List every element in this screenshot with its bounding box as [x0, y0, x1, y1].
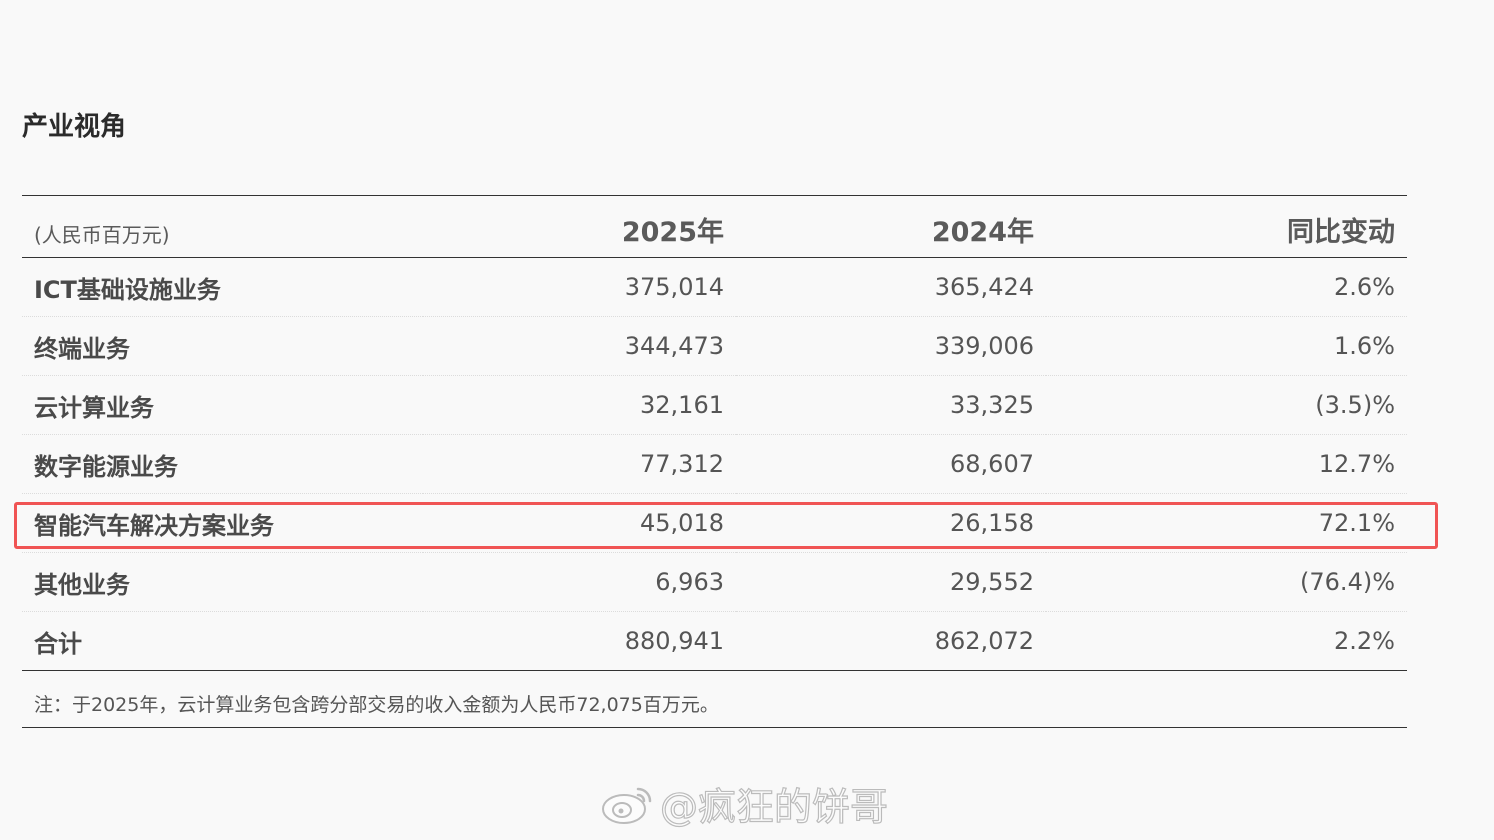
cell-yoy: 12.7% — [1046, 434, 1407, 494]
cell-2025: 6,963 — [423, 552, 736, 612]
table-row: ICT基础设施业务 375,014 365,424 2.6% — [22, 257, 1407, 317]
cell-2024: 862,072 — [736, 611, 1046, 671]
table-row: 数字能源业务 77,312 68,607 12.7% — [22, 434, 1407, 494]
row-label: ICT基础设施业务 — [22, 257, 423, 317]
watermark: @疯狂的饼哥 — [600, 778, 889, 829]
row-label: 云计算业务 — [22, 375, 423, 435]
cell-yoy: 72.1% — [1046, 493, 1407, 553]
cell-2025: 77,312 — [423, 434, 736, 494]
table-row: 终端业务 344,473 339,006 1.6% — [22, 316, 1407, 376]
row-label: 智能汽车解决方案业务 — [22, 493, 423, 553]
cell-2025: 45,018 — [423, 493, 736, 553]
table-row: 云计算业务 32,161 33,325 (3.5)% — [22, 375, 1407, 435]
row-label: 合计 — [22, 611, 423, 671]
revenue-table-container: (人民币百万元) 2025年 2024年 同比变动 ICT基础设施业务 375,… — [22, 195, 1407, 671]
cell-2024: 68,607 — [736, 434, 1046, 494]
revenue-table: (人民币百万元) 2025年 2024年 同比变动 ICT基础设施业务 375,… — [22, 195, 1407, 671]
cell-2024: 33,325 — [736, 375, 1046, 435]
cell-2024: 29,552 — [736, 552, 1046, 612]
column-header-2024: 2024年 — [931, 217, 1034, 248]
cell-2025: 375,014 — [423, 257, 736, 317]
column-header-yoy: 同比变动 — [1287, 217, 1395, 248]
cell-2025: 880,941 — [423, 611, 736, 671]
column-header-unit: (人民币百万元) — [34, 223, 170, 247]
weibo-logo-icon — [602, 787, 652, 824]
cell-yoy: (76.4)% — [1046, 552, 1407, 612]
cell-2024: 339,006 — [736, 316, 1046, 376]
column-header-2025: 2025年 — [621, 217, 724, 248]
table-header-row: (人民币百万元) 2025年 2024年 同比变动 — [22, 195, 1407, 258]
table-row-total: 合计 880,941 862,072 2.2% — [22, 611, 1407, 671]
cell-yoy: 2.6% — [1046, 257, 1407, 317]
table-row-highlighted: 智能汽车解决方案业务 45,018 26,158 72.1% — [22, 493, 1407, 553]
watermark-text: @疯狂的饼哥 — [659, 784, 889, 829]
table-row: 其他业务 6,963 29,552 (76.4)% — [22, 552, 1407, 612]
cell-2024: 26,158 — [736, 493, 1046, 553]
cell-yoy: 2.2% — [1046, 611, 1407, 671]
row-label: 终端业务 — [22, 316, 423, 376]
cell-2024: 365,424 — [736, 257, 1046, 317]
row-label: 其他业务 — [22, 552, 423, 612]
section-title: 产业视角 — [22, 112, 127, 142]
cell-yoy: (3.5)% — [1046, 375, 1407, 435]
table-footnote: 注：于2025年，云计算业务包含跨分部交易的收入金额为人民币72,075百万元。 — [22, 671, 1407, 728]
cell-2025: 32,161 — [423, 375, 736, 435]
cell-yoy: 1.6% — [1046, 316, 1407, 376]
cell-2025: 344,473 — [423, 316, 736, 376]
row-label: 数字能源业务 — [22, 434, 423, 494]
